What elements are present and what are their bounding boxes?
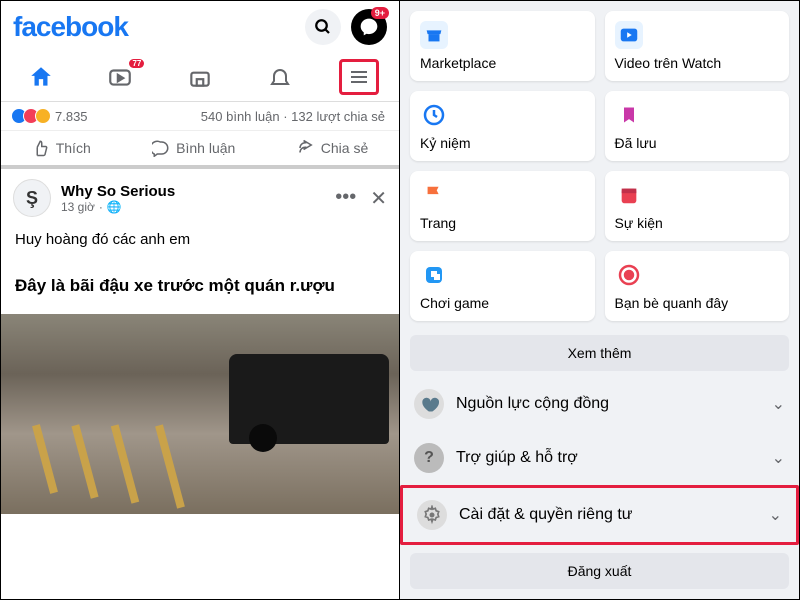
chevron-down-icon: ⌄ <box>769 505 782 525</box>
post-author[interactable]: Why So Serious <box>61 183 325 200</box>
play-icon <box>618 24 640 46</box>
post-meta: Why So Serious 13 giờ · 🌐 <box>61 183 325 214</box>
tile-label: Chơi game <box>420 295 585 311</box>
see-more-button[interactable]: Xem thêm <box>410 335 789 371</box>
share-button[interactable]: Chia sẻ <box>297 139 368 157</box>
marketplace-icon <box>423 24 445 46</box>
chevron-down-icon: ⌄ <box>772 394 785 414</box>
post-header: Ş Why So Serious 13 giờ · 🌐 ••• ✕ <box>1 169 399 227</box>
reaction-icons <box>15 108 51 124</box>
post-text: Huy hoàng đó các anh em <box>1 227 399 258</box>
comment-button[interactable]: Bình luận <box>152 139 235 157</box>
tile-events[interactable]: Sự kiện <box>605 171 790 241</box>
gear-icon <box>422 505 442 525</box>
thumb-icon <box>32 139 50 157</box>
tile-memories[interactable]: Kỷ niệm <box>410 91 595 161</box>
bell-icon <box>268 65 292 89</box>
tile-label: Bạn bè quanh đây <box>615 295 780 311</box>
more-icon[interactable]: ••• <box>335 186 356 211</box>
home-icon <box>28 64 54 90</box>
menu-grid: Marketplace Video trên Watch Kỷ niệm Đã … <box>400 1 799 331</box>
tab-watch[interactable]: 77 <box>100 59 140 95</box>
reactions[interactable]: 7.835 <box>15 108 88 124</box>
globe-icon: 🌐 <box>107 200 122 214</box>
watch-icon <box>107 64 133 90</box>
list-item-community[interactable]: Nguồn lực cộng đồng ⌄ <box>400 377 799 431</box>
post-time: 13 giờ · 🌐 <box>61 200 325 214</box>
haha-icon <box>35 108 51 124</box>
tile-label: Sự kiện <box>615 215 780 231</box>
post-caption: Đây là bãi đậu xe trước một quán r.ượu <box>1 258 399 314</box>
chevron-down-icon: ⌄ <box>772 448 785 468</box>
list-item-settings-privacy[interactable]: Cài đặt & quyền riêng tư ⌄ <box>400 485 799 545</box>
tile-label: Marketplace <box>420 55 585 71</box>
share-icon <box>297 139 315 157</box>
feed-pane: facebook 9+ 77 <box>1 1 400 599</box>
reaction-count: 7.835 <box>55 109 88 124</box>
tile-label: Kỷ niệm <box>420 135 585 151</box>
clock-icon <box>422 103 446 127</box>
facebook-logo[interactable]: facebook <box>13 11 128 43</box>
comment-share-counts[interactable]: 540 bình luận · 132 lượt chia sẻ <box>201 109 385 124</box>
tab-menu[interactable] <box>339 59 379 95</box>
close-icon[interactable]: ✕ <box>370 186 387 211</box>
top-bar: facebook 9+ <box>1 1 399 53</box>
tab-notifications[interactable] <box>260 59 300 95</box>
post-actions: Thích Bình luận Chia sẻ <box>1 130 399 169</box>
list-label: Nguồn lực cộng đồng <box>456 395 609 413</box>
tab-marketplace[interactable] <box>180 59 220 95</box>
tab-home[interactable] <box>21 59 61 95</box>
messenger-button[interactable]: 9+ <box>351 9 387 45</box>
comment-icon <box>152 139 170 157</box>
tile-saved[interactable]: Đã lưu <box>605 91 790 161</box>
avatar[interactable]: Ş <box>13 179 51 217</box>
car-shape <box>229 354 389 444</box>
nearby-icon <box>617 263 641 287</box>
watch-badge: 77 <box>129 59 144 68</box>
tile-marketplace[interactable]: Marketplace <box>410 11 595 81</box>
store-icon <box>187 64 213 90</box>
post-image[interactable] <box>1 314 399 514</box>
flag-icon <box>423 183 445 207</box>
tile-label: Trang <box>420 215 585 231</box>
tile-label: Đã lưu <box>615 135 780 151</box>
logout-button[interactable]: Đăng xuất <box>410 553 789 589</box>
messenger-badge: 9+ <box>371 7 389 19</box>
tile-pages[interactable]: Trang <box>410 171 595 241</box>
list-label: Cài đặt & quyền riêng tư <box>459 506 632 524</box>
topbar-actions: 9+ <box>305 9 387 45</box>
hamburger-icon <box>347 65 371 89</box>
bookmark-icon <box>619 103 639 127</box>
post-options: ••• ✕ <box>335 186 387 211</box>
post-stats: 7.835 540 bình luận · 132 lượt chia sẻ <box>1 102 399 130</box>
hands-icon <box>419 394 439 414</box>
like-button[interactable]: Thích <box>32 139 91 157</box>
menu-pane: Marketplace Video trên Watch Kỷ niệm Đã … <box>400 1 799 599</box>
calendar-icon <box>618 184 640 206</box>
tile-watch[interactable]: Video trên Watch <box>605 11 790 81</box>
list-item-help[interactable]: ? Trợ giúp & hỗ trợ ⌄ <box>400 431 799 485</box>
tile-gaming[interactable]: Chơi game <box>410 251 595 321</box>
messenger-icon <box>359 17 379 37</box>
tile-label: Video trên Watch <box>615 55 780 71</box>
tile-nearby[interactable]: Bạn bè quanh đây <box>605 251 790 321</box>
gaming-icon <box>422 263 446 287</box>
tab-bar: 77 <box>1 53 399 102</box>
settings-list: Nguồn lực cộng đồng ⌄ ? Trợ giúp & hỗ tr… <box>400 377 799 545</box>
search-icon <box>314 18 332 36</box>
list-label: Trợ giúp & hỗ trợ <box>456 449 578 467</box>
search-button[interactable] <box>305 9 341 45</box>
